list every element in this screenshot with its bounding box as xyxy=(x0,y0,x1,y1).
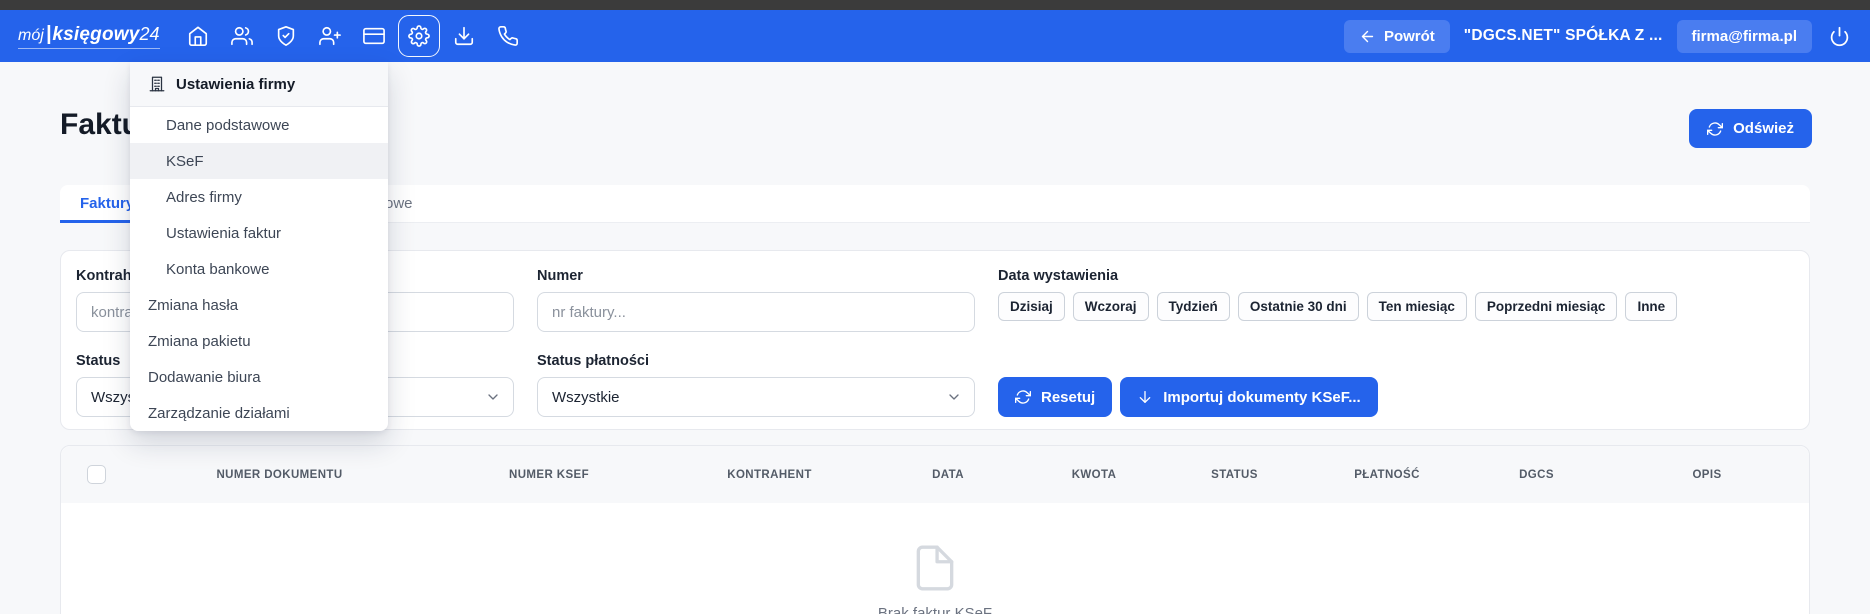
col-data: DATA xyxy=(869,469,1027,481)
arrow-left-icon xyxy=(1359,28,1376,45)
menu-item-ustawienia-faktur[interactable]: Ustawienia faktur xyxy=(130,215,388,251)
logo-prefix: mój xyxy=(18,27,44,45)
numer-label: Numer xyxy=(537,268,975,284)
chip-inne[interactable]: Inne xyxy=(1625,292,1677,321)
menu-item-zarzadzanie-dzialami[interactable]: Zarządzanie działami xyxy=(130,395,388,431)
users-icon[interactable] xyxy=(220,16,264,56)
filter-status-platnosci: Status płatności Wszystkie xyxy=(537,353,975,417)
home-icon[interactable] xyxy=(176,16,220,56)
window-chrome-strip xyxy=(0,0,1870,10)
chevron-down-icon xyxy=(946,389,962,405)
import-ksef-button[interactable]: Importuj dokumenty KSeF... xyxy=(1120,377,1378,417)
settings-icon[interactable] xyxy=(398,15,440,57)
topbar: mój|księgowy24 Powrót " xyxy=(0,10,1870,62)
col-status: STATUS xyxy=(1161,469,1308,481)
account-email-button[interactable]: firma@firma.pl xyxy=(1677,20,1812,53)
logout-power-icon[interactable] xyxy=(1826,23,1852,49)
settings-menu-header-label: Ustawienia firmy xyxy=(176,76,295,93)
filter-numer: Numer xyxy=(537,268,975,332)
topbar-right: Powrót "DGCS.NET" SPÓŁKA Z ... firma@fir… xyxy=(1344,20,1852,53)
filter-data-wystawienia: Data wystawienia Dzisiaj Wczoraj Tydzień… xyxy=(998,268,1794,332)
credit-card-icon[interactable] xyxy=(352,16,396,56)
chip-wczoraj[interactable]: Wczoraj xyxy=(1073,292,1149,321)
chip-ten-miesiac[interactable]: Ten miesiąc xyxy=(1367,292,1467,321)
refresh-icon xyxy=(1707,121,1723,137)
settings-menu-header: Ustawienia firmy xyxy=(130,62,388,107)
menu-item-zmiana-pakietu[interactable]: Zmiana pakietu xyxy=(130,323,388,359)
col-platnosc: PŁATNOŚĆ xyxy=(1308,469,1466,481)
refresh-icon xyxy=(1015,389,1031,405)
status-platnosci-select-value: Wszystkie xyxy=(537,377,975,417)
menu-item-adres-firmy[interactable]: Adres firmy xyxy=(130,179,388,215)
col-kontrahent: KONTRAHENT xyxy=(670,469,869,481)
chip-tydzien[interactable]: Tydzień xyxy=(1157,292,1230,321)
col-numer-ksef: NUMER KSEF xyxy=(428,469,670,481)
col-kwota: KWOTA xyxy=(1027,469,1161,481)
menu-item-dodawanie-biura[interactable]: Dodawanie biura xyxy=(130,359,388,395)
chevron-down-icon xyxy=(485,389,501,405)
data-wystawienia-label: Data wystawienia xyxy=(998,268,1794,284)
status-platnosci-label: Status płatności xyxy=(537,353,975,369)
menu-item-konta-bankowe[interactable]: Konta bankowe xyxy=(130,251,388,287)
arrow-down-icon xyxy=(1137,389,1153,405)
reset-button-label: Resetuj xyxy=(1041,389,1095,406)
back-button-label: Powrót xyxy=(1384,28,1435,45)
invoices-table: NUMER DOKUMENTU NUMER KSEF KONTRAHENT DA… xyxy=(60,445,1810,614)
building-icon xyxy=(148,75,166,93)
select-all-checkbox[interactable] xyxy=(87,465,106,484)
back-button[interactable]: Powrót xyxy=(1344,20,1450,53)
table-header-row: NUMER DOKUMENTU NUMER KSEF KONTRAHENT DA… xyxy=(61,446,1809,503)
status-platnosci-select[interactable]: Wszystkie xyxy=(537,377,975,417)
chip-dzisiaj[interactable]: Dzisiaj xyxy=(998,292,1065,321)
menu-item-ksef[interactable]: KSeF xyxy=(130,143,388,179)
chip-poprzedni-miesiac[interactable]: Poprzedni miesiąc xyxy=(1475,292,1618,321)
date-range-chips: Dzisiaj Wczoraj Tydzień Ostatnie 30 dni … xyxy=(998,292,1794,321)
settings-dropdown-menu: Ustawienia firmy Dane podstawowe KSeF Ad… xyxy=(130,62,388,431)
topbar-nav xyxy=(176,15,530,57)
company-name[interactable]: "DGCS.NET" SPÓŁKA Z ... xyxy=(1464,27,1663,45)
app-logo[interactable]: mój|księgowy24 xyxy=(18,23,160,49)
logo-suffix: 24 xyxy=(140,24,160,45)
numer-input[interactable] xyxy=(537,292,975,332)
shield-check-icon[interactable] xyxy=(264,16,308,56)
phone-icon[interactable] xyxy=(486,16,530,56)
chip-ostatnie-30-dni[interactable]: Ostatnie 30 dni xyxy=(1238,292,1359,321)
col-opis: OPIS xyxy=(1607,469,1807,481)
empty-state: Brak faktur KSeF xyxy=(61,503,1809,614)
filter-actions: Resetuj Importuj dokumenty KSeF... xyxy=(998,353,1794,417)
document-icon xyxy=(910,543,960,593)
col-dgcs: DGCS xyxy=(1466,469,1607,481)
refresh-button[interactable]: Odśwież xyxy=(1689,109,1812,148)
refresh-button-label: Odśwież xyxy=(1733,120,1794,137)
user-plus-icon[interactable] xyxy=(308,16,352,56)
logo-bar: | xyxy=(46,23,52,46)
col-numer-dokumentu: NUMER DOKUMENTU xyxy=(131,469,428,481)
menu-item-dane-podstawowe[interactable]: Dane podstawowe xyxy=(130,107,388,143)
menu-item-zmiana-hasla[interactable]: Zmiana hasła xyxy=(130,287,388,323)
empty-state-text: Brak faktur KSeF xyxy=(878,605,992,614)
import-ksef-button-label: Importuj dokumenty KSeF... xyxy=(1163,389,1361,406)
reset-button[interactable]: Resetuj xyxy=(998,377,1112,417)
logo-main: księgowy xyxy=(52,24,139,46)
download-icon[interactable] xyxy=(442,16,486,56)
